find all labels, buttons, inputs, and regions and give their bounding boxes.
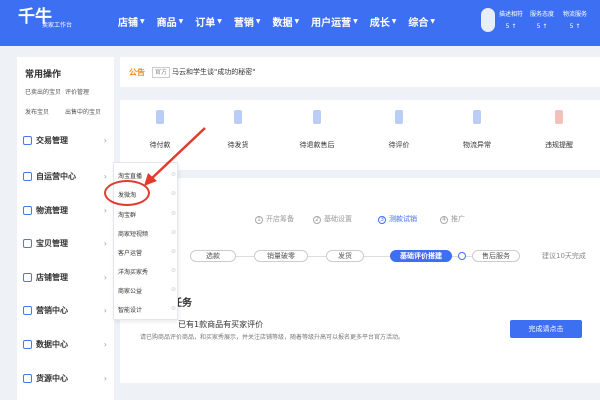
annotation-arrow-icon bbox=[144, 127, 206, 186]
